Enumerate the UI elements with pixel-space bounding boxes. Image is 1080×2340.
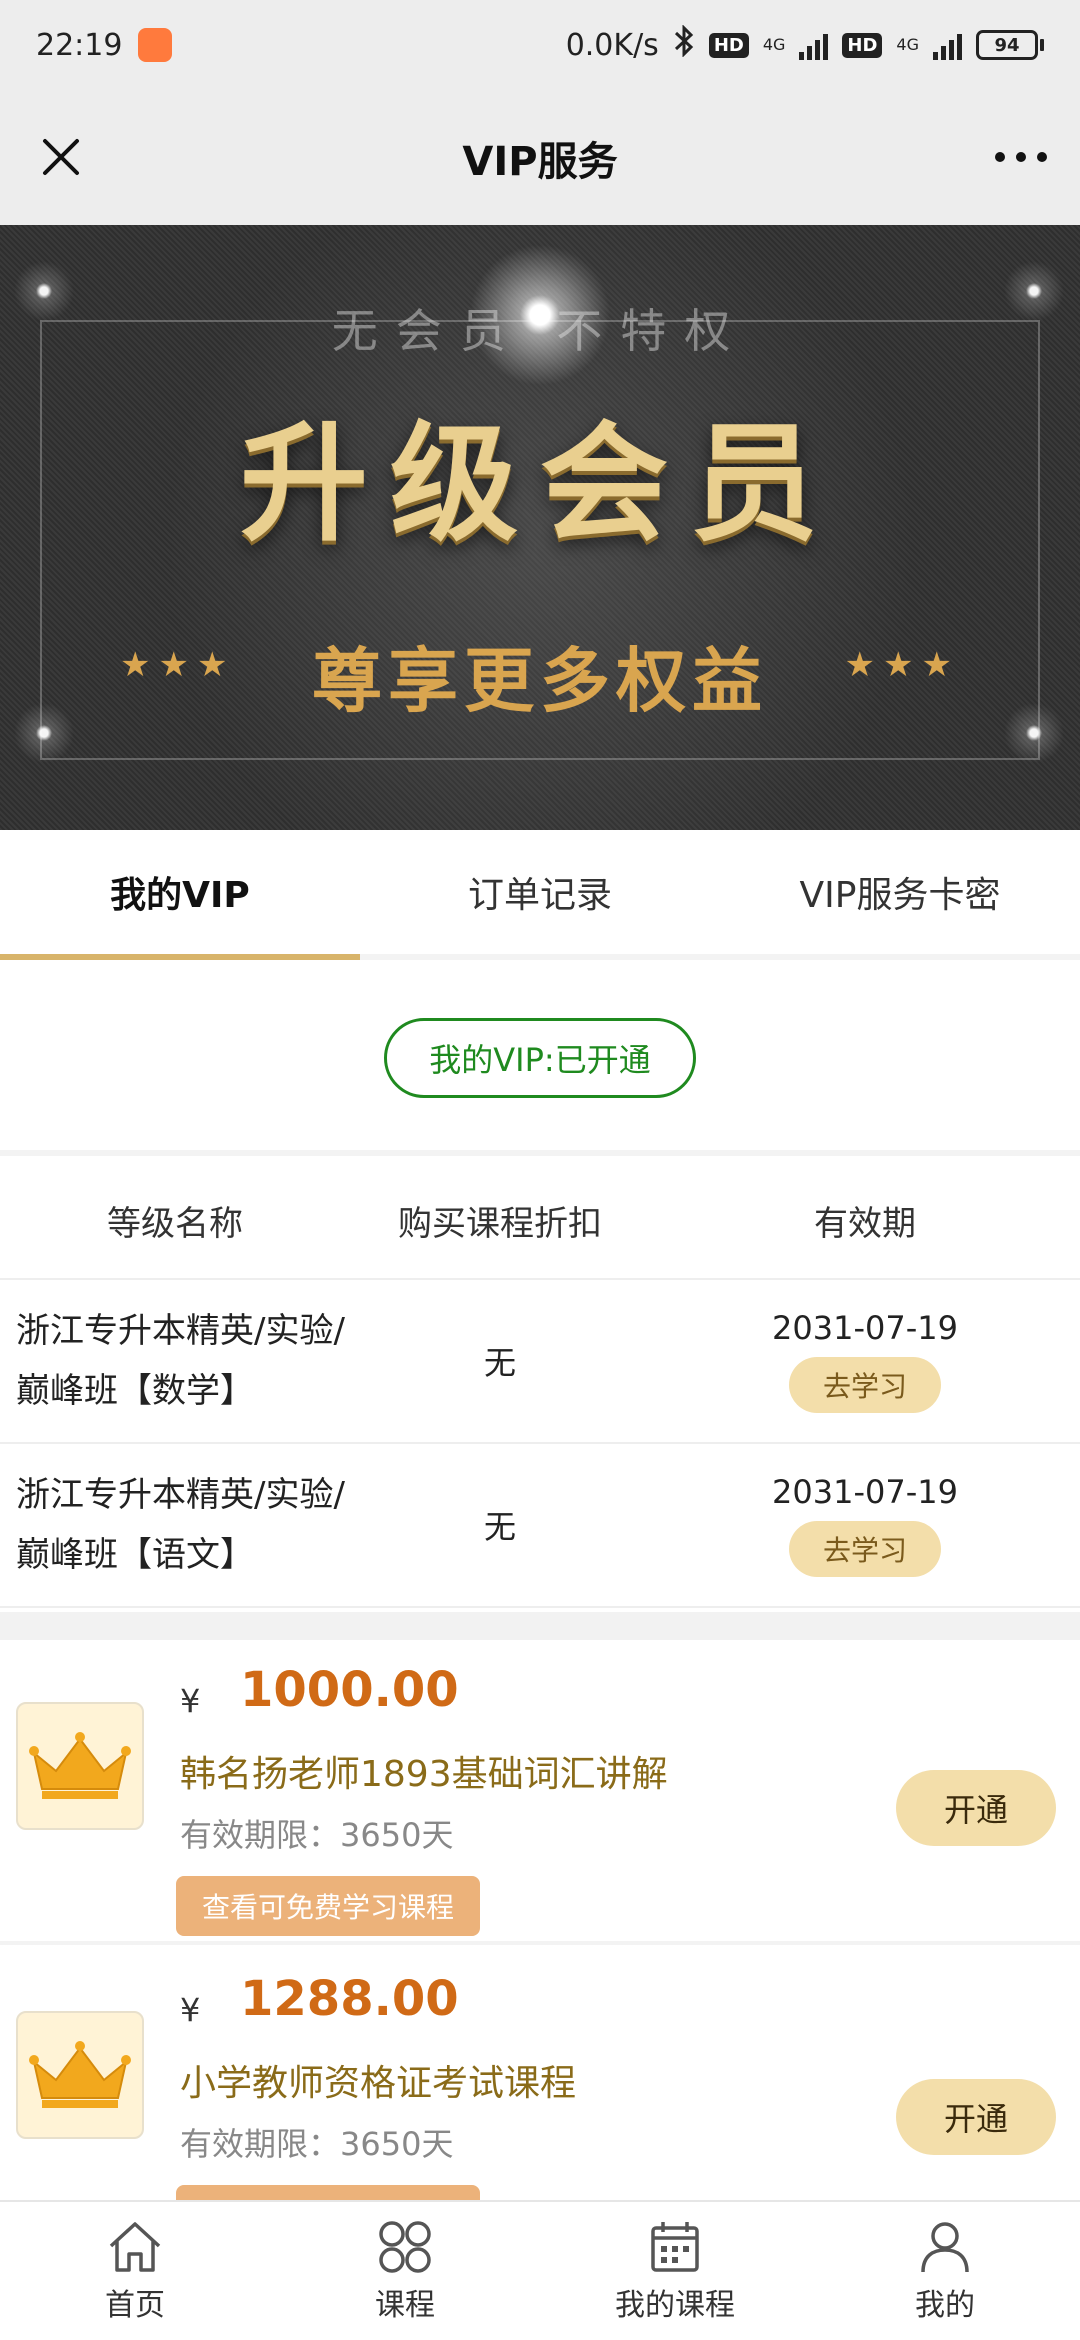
vip-product-card: ¥ 1000.00 韩名扬老师1893基础词汇讲解 有效期限：3650天 查看可… <box>0 1640 1080 1945</box>
tabbar-item-home[interactable]: 首页 <box>0 2202 270 2340</box>
row-expiry: 2031-07-19 <box>772 1309 958 1347</box>
header-level-name: 等级名称 <box>107 1203 243 1244</box>
tabbar-item-my-courses[interactable]: 我的课程 <box>540 2202 810 2340</box>
tab-vip-card-code[interactable]: VIP服务卡密 <box>720 830 1080 954</box>
crown-icon <box>16 2011 144 2139</box>
tabbar-label: 首页 <box>105 2288 165 2323</box>
tabbar-item-me[interactable]: 我的 <box>810 2202 1080 2340</box>
product-validity: 有效期限：3650天 <box>180 1816 454 1854</box>
tabbar-label: 我的课程 <box>615 2288 735 2323</box>
person-icon <box>921 2222 969 2273</box>
banner-bottom-text: 尊享更多权益 <box>312 640 768 722</box>
status-right: 0.0K/s HD 4G HD 4G 94 <box>565 24 1044 65</box>
product-price: 1000.00 <box>240 1662 459 1718</box>
tabbar-label: 课程 <box>375 2288 435 2323</box>
network-type-2: 4G <box>896 35 919 54</box>
tab-order-records[interactable]: 订单记录 <box>360 830 720 954</box>
bluetooth-icon <box>673 24 695 65</box>
vip-tabs: 我的VIP 订单记录 VIP服务卡密 <box>0 830 1080 960</box>
hd-badge-1: HD <box>708 32 749 58</box>
close-button[interactable] <box>30 126 92 188</box>
vip-banner: 无会员 不特权 升级会员 ★★★ ★★★ 尊享更多权益 <box>0 225 1080 830</box>
more-icon <box>995 152 1047 162</box>
crown-icon <box>16 1702 144 1830</box>
hd-badge-2: HD <box>842 32 883 58</box>
go-study-button[interactable]: 去学习 <box>788 1357 941 1413</box>
header-expiry: 有效期 <box>814 1203 916 1244</box>
table-header: 等级名称 购买课程折扣 有效期 <box>0 1162 1080 1280</box>
battery-level: 94 <box>976 30 1038 60</box>
more-button[interactable] <box>986 126 1056 188</box>
close-icon <box>43 139 79 175</box>
app-notification-icon <box>138 28 173 62</box>
tab-my-vip[interactable]: 我的VIP <box>0 830 360 960</box>
network-speed: 0.0K/s <box>565 27 659 63</box>
row-level-name: 浙江专升本精英/实验/巅峰班【数学】 <box>16 1311 345 1411</box>
vip-status-badge: 我的VIP:已开通 <box>384 1018 696 1098</box>
header-discount: 购买课程折扣 <box>398 1203 602 1244</box>
vip-service-page: 22:19 0.0K/s HD 4G HD 4G 94 VIP服务 无会员 不特… <box>0 0 1080 2340</box>
table-row: 浙江专升本精英/实验/巅峰班【数学】 无 2031-07-19 去学习 <box>0 1280 1080 1444</box>
status-bar: 22:19 0.0K/s HD 4G HD 4G 94 <box>0 0 1080 90</box>
row-expiry-cell: 2031-07-19 去学习 <box>650 1309 1080 1413</box>
banner-main-text: 升级会员 <box>239 410 840 559</box>
nav-bar: VIP服务 <box>0 90 1080 225</box>
currency-symbol: ¥ <box>180 1682 201 1720</box>
tabbar-label: 我的 <box>915 2288 975 2323</box>
view-free-courses-button[interactable]: 查看可免费学习课程 <box>176 1876 481 1936</box>
status-time: 22:19 <box>36 27 123 63</box>
activate-button[interactable]: 开通 <box>896 1770 1056 1846</box>
vip-level-table: 等级名称 购买课程折扣 有效期 浙江专升本精英/实验/巅峰班【数学】 无 203… <box>0 1162 1080 1608</box>
table-row: 浙江专升本精英/实验/巅峰班【语文】 无 2031-07-19 去学习 <box>0 1444 1080 1608</box>
row-discount: 无 <box>483 1508 516 1546</box>
calendar-icon <box>651 2222 699 2272</box>
currency-symbol: ¥ <box>180 1991 201 2029</box>
network-type-1: 4G <box>762 35 786 54</box>
product-name: 小学教师资格证考试课程 <box>180 2063 577 2104</box>
section-divider <box>0 1612 1080 1640</box>
banner-top-text: 无会员 不特权 <box>331 304 749 358</box>
signal-icon-1 <box>799 30 829 60</box>
bottom-tab-bar: 首页 课程 我的课程 我的 <box>0 2200 1080 2340</box>
product-validity: 有效期限：3650天 <box>180 2125 454 2163</box>
product-name: 韩名扬老师1893基础词汇讲解 <box>180 1754 668 1795</box>
grid-icon <box>379 2221 431 2273</box>
page-title: VIP服务 <box>462 138 618 185</box>
battery-icon: 94 <box>976 30 1044 60</box>
home-icon <box>109 2222 161 2272</box>
row-level-name: 浙江专升本精英/实验/巅峰班【语文】 <box>16 1475 345 1575</box>
tabbar-item-courses[interactable]: 课程 <box>270 2202 540 2340</box>
row-expiry-cell: 2031-07-19 去学习 <box>650 1473 1080 1577</box>
row-discount: 无 <box>483 1344 516 1382</box>
signal-icon-2 <box>933 30 962 60</box>
row-expiry: 2031-07-19 <box>772 1473 958 1511</box>
product-price: 1288.00 <box>240 1971 459 2027</box>
go-study-button[interactable]: 去学习 <box>788 1521 941 1577</box>
vip-status-area: 我的VIP:已开通 <box>0 966 1080 1156</box>
activate-button[interactable]: 开通 <box>896 2079 1056 2155</box>
